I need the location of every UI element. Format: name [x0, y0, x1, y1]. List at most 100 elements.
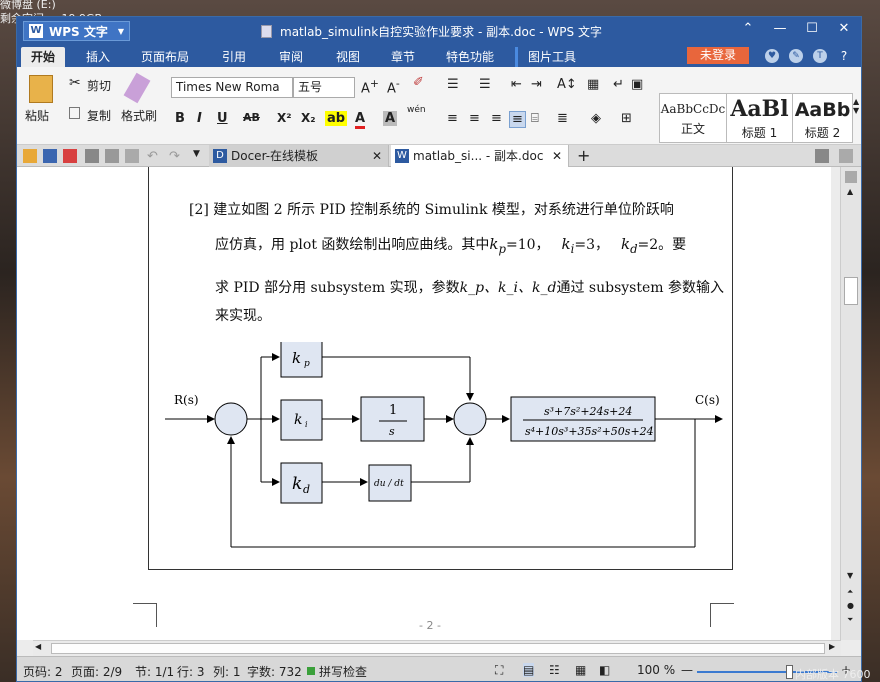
text-direction-icon[interactable]: A↕ [557, 77, 577, 92]
tab-picture-tools[interactable]: 图片工具 [515, 47, 586, 67]
undo-icon[interactable]: ↶ [147, 149, 161, 163]
tab-review[interactable]: 审阅 [269, 47, 313, 67]
align-center-icon[interactable]: ≡ [469, 111, 480, 126]
superscript-icon[interactable]: X² [277, 111, 292, 125]
grow-font-icon[interactable]: A+ [361, 77, 379, 96]
reading-view-icon[interactable]: ◧ [599, 663, 610, 677]
align-right-icon[interactable]: ≡ [491, 111, 502, 126]
tab-special[interactable]: 特色功能 [436, 47, 504, 67]
redo-icon[interactable]: ↷ [169, 149, 183, 163]
restore-ribbon-button[interactable]: ⌃ [737, 21, 759, 36]
status-word-count[interactable]: 字数: 732 [247, 663, 302, 680]
spellcheck-button[interactable]: 拼写检查 [319, 663, 367, 680]
paste-icon[interactable] [29, 75, 53, 103]
table-icon[interactable]: ▦ [587, 77, 599, 92]
italic-icon[interactable]: I [197, 111, 202, 126]
style-normal[interactable]: AaBbCcDc 正文 [659, 93, 727, 143]
scroll-left-icon[interactable]: ◀ [35, 642, 41, 651]
font-name-select[interactable]: Times New Roma [171, 77, 293, 98]
style-heading1[interactable]: AaBl 标题 1 [727, 93, 793, 143]
page-view-icon[interactable]: ▤ [523, 663, 534, 677]
distribute-icon[interactable]: ⌸ [531, 111, 539, 126]
show-marks-icon[interactable]: ↵ [613, 77, 624, 92]
scroll-right-icon[interactable]: ▶ [829, 642, 835, 651]
save-icon[interactable] [43, 149, 57, 163]
clear-format-icon[interactable]: ✐ [413, 75, 424, 90]
minimize-button[interactable]: — [769, 21, 791, 36]
close-icon[interactable]: ✕ [552, 145, 562, 167]
spellcheck-icon[interactable] [125, 149, 139, 163]
print-icon[interactable] [85, 149, 99, 163]
format-painter-button[interactable]: 格式刷 [121, 107, 157, 124]
highlight-icon[interactable]: ab [325, 111, 347, 126]
shirt-icon[interactable]: T [813, 49, 827, 63]
feedback-icon[interactable]: ✎ [789, 49, 803, 63]
tab-insert[interactable]: 插入 [76, 47, 120, 67]
open-folder-icon[interactable] [23, 149, 37, 163]
align-left-icon[interactable]: ≡ [447, 111, 458, 126]
fullscreen-icon[interactable]: ⛶ [495, 663, 503, 678]
shrink-font-icon[interactable]: A- [387, 77, 400, 96]
decrease-indent-icon[interactable]: ⇤ [511, 77, 522, 92]
zoom-slider-thumb[interactable] [786, 665, 793, 679]
tab-settings-icon[interactable] [839, 149, 853, 163]
close-button[interactable]: ✕ [833, 21, 855, 36]
paste-button[interactable]: 粘贴 [25, 107, 49, 124]
ruler-toggle-icon[interactable] [845, 171, 857, 183]
font-size-select[interactable]: 五号 [293, 77, 355, 98]
tab-view[interactable]: 视图 [326, 47, 370, 67]
derivative-label: du / dt [374, 479, 404, 489]
quick-access-menu-icon[interactable]: ▼ [193, 149, 207, 163]
next-page-icon[interactable]: ⏷ [847, 615, 853, 625]
bullet-list-icon[interactable]: ☰ [447, 77, 459, 92]
scroll-down-icon[interactable]: ▼ [847, 571, 853, 580]
tab-current-document[interactable]: W matlab_si... - 副本.doc ✕ [391, 145, 569, 167]
underline-icon[interactable]: U [217, 111, 228, 126]
web-view-icon[interactable]: ▦ [575, 663, 586, 677]
vertical-scrollbar[interactable]: ▲ ▼ ⏶ ● ⏷ [840, 167, 862, 640]
outline-view-icon[interactable]: ☷ [549, 663, 560, 677]
print-preview-icon[interactable] [105, 149, 119, 163]
maximize-button[interactable]: ☐ [801, 21, 823, 36]
skin-icon[interactable]: ♥ [765, 49, 779, 63]
login-button[interactable]: 未登录 [687, 47, 749, 64]
zoom-out-icon[interactable]: — [681, 663, 693, 677]
tab-docer[interactable]: D Docer-在线模板 ✕ [209, 145, 389, 167]
bold-icon[interactable]: B [175, 111, 185, 126]
help-icon[interactable]: ? [837, 49, 851, 63]
phonetic-icon[interactable]: wén [407, 105, 426, 115]
subscript-icon[interactable]: X₂ [301, 111, 316, 125]
horizontal-scrollbar[interactable]: ◀ ▶ [33, 640, 841, 656]
h-scroll-thumb[interactable] [51, 643, 825, 654]
style-heading2[interactable]: AaBb 标题 2 [793, 93, 853, 143]
copy-button[interactable]: 复制 [87, 107, 111, 124]
document-page[interactable]: [2] 建立如图 2 所示 PID 控制系统的 Simulink 模型，对系统进… [17, 167, 831, 640]
char-shading-icon[interactable]: A [383, 111, 397, 126]
border-icon[interactable]: ⊞ [621, 111, 632, 126]
prev-page-icon[interactable]: ⏶ [847, 587, 853, 597]
styles-scroll[interactable]: ▲▼ [853, 97, 859, 115]
pid-block-diagram[interactable]: R(s) C(s) k p k i k d 1 s du / dt s³+7s²… [17, 342, 831, 572]
zoom-level[interactable]: 100 % [637, 663, 675, 677]
tab-list-icon[interactable] [815, 149, 829, 163]
close-icon[interactable]: ✕ [372, 145, 382, 167]
cut-button[interactable]: 剪切 [87, 77, 111, 94]
tab-page-layout[interactable]: 页面布局 [131, 47, 199, 67]
strikethrough-icon[interactable]: AB [243, 111, 260, 124]
scroll-up-icon[interactable]: ▲ [847, 187, 853, 196]
numbered-list-icon[interactable]: ☰ [479, 77, 491, 92]
new-tab-button[interactable]: + [577, 146, 590, 165]
increase-indent-icon[interactable]: ⇥ [531, 77, 542, 92]
tab-chapter[interactable]: 章节 [381, 47, 425, 67]
shading-icon[interactable]: ◈ [591, 111, 601, 126]
select-browse-icon[interactable]: ● [847, 601, 854, 610]
line-spacing-icon[interactable]: ≣ [557, 111, 568, 126]
font-color-icon[interactable]: A [355, 111, 365, 129]
app-menu-button[interactable]: W WPS 文字 ▼ [23, 21, 130, 41]
tab-references[interactable]: 引用 [212, 47, 256, 67]
tab-home[interactable]: 开始 [21, 47, 65, 67]
justify-icon[interactable]: ≡ [509, 111, 526, 128]
select-pane-icon[interactable]: ▣ [631, 77, 643, 92]
pdf-icon[interactable] [63, 149, 77, 163]
scroll-thumb[interactable] [844, 277, 858, 305]
